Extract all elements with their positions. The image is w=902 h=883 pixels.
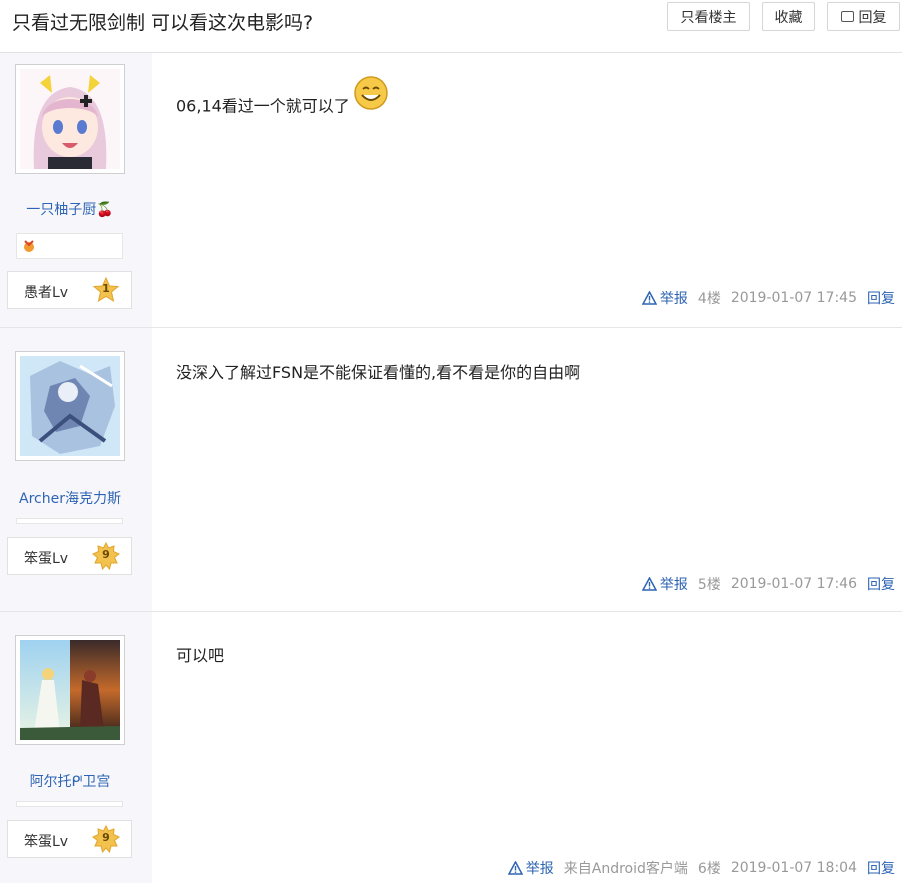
reply-icon (840, 11, 854, 22)
floor-number: 5楼 (697, 577, 721, 593)
report-link[interactable]: 举报 (507, 858, 554, 878)
level-badge[interactable]: 愚者Lv 1 (7, 271, 132, 309)
user-sidebar: 一只柚子厨🍒 愚者Lv 1 (0, 53, 152, 327)
avatar-image (20, 69, 120, 169)
level-title: 愚者Lv (24, 285, 69, 301)
avatar[interactable] (15, 64, 125, 174)
post-content: 没深入了解过FSN是不能保证看懂的,看不看是你的自由啊 (176, 363, 581, 382)
avatar-image (20, 640, 120, 740)
smile-emoji-icon (354, 76, 388, 110)
post-time: 2019-01-07 17:45 (730, 290, 857, 306)
level-number: 1 (102, 282, 110, 295)
post-footer: 举报 4楼 2019-01-07 17:45 回复 (641, 288, 895, 308)
user-sidebar: Archer海克力斯 笨蛋Lv 9 (0, 328, 152, 611)
username[interactable]: Archer海克力斯 (0, 488, 140, 508)
avatar[interactable] (15, 635, 125, 745)
reply-link[interactable]: 回复 (867, 574, 895, 594)
post-footer: 举报 5楼 2019-01-07 17:46 回复 (641, 574, 895, 594)
reply-link[interactable]: 回复 (867, 858, 895, 878)
user-sidebar: 阿尔托ᒆ卫宫 笨蛋Lv 9 (0, 612, 152, 883)
level-title: 笨蛋Lv (24, 551, 69, 567)
reply-link[interactable]: 回复 (867, 288, 895, 308)
thread-header: 只看过无限剑制 可以看这次电影吗? 只看楼主 收藏 回复 (0, 0, 902, 53)
warning-icon (507, 861, 523, 875)
post-source: 来自Android客户端 (563, 861, 688, 877)
avatar[interactable] (15, 351, 125, 461)
report-label: 举报 (659, 291, 688, 307)
favorite-button[interactable]: 收藏 (762, 2, 815, 31)
report-label: 举报 (659, 577, 688, 593)
post-content: 可以吧 (176, 646, 225, 665)
post: 一只柚子厨🍒 愚者Lv 1 06,14看过一个就可以了 举报 4楼 2019-0… (0, 53, 902, 328)
report-label: 举报 (525, 861, 554, 877)
post-text: 06,14看过一个就可以了 (176, 96, 350, 116)
reply-button[interactable]: 回复 (827, 2, 900, 31)
post-footer: 举报 来自Android客户端 6楼 2019-01-07 18:04 回复 (507, 858, 895, 878)
only-op-button[interactable]: 只看楼主 (667, 2, 750, 31)
report-link[interactable]: 举报 (641, 288, 688, 308)
level-number: 9 (102, 548, 110, 561)
reply-button-label: 回复 (858, 9, 887, 26)
post: Archer海克力斯 笨蛋Lv 9 没深入了解过FSN是不能保证看懂的,看不看是… (0, 328, 902, 612)
warning-icon (641, 577, 657, 591)
report-link[interactable]: 举报 (641, 574, 688, 594)
floor-number: 6楼 (697, 861, 721, 877)
badge-box (16, 801, 123, 807)
warning-icon (641, 291, 657, 305)
username[interactable]: 一只柚子厨🍒 (0, 199, 140, 219)
badge-box (16, 233, 123, 259)
thread-title: 只看过无限剑制 可以看这次电影吗? (12, 12, 314, 34)
post-time: 2019-01-07 18:04 (730, 860, 857, 876)
medal-icon (24, 240, 34, 252)
level-number: 9 (102, 831, 110, 844)
post-content: 06,14看过一个就可以了 (176, 76, 391, 125)
level-badge[interactable]: 笨蛋Lv 9 (7, 820, 132, 858)
username[interactable]: 阿尔托ᒆ卫宫 (0, 771, 140, 791)
post: 阿尔托ᒆ卫宫 笨蛋Lv 9 可以吧 举报 来自Android客户端 6楼 201… (0, 612, 902, 883)
badge-box (16, 518, 123, 524)
level-badge[interactable]: 笨蛋Lv 9 (7, 537, 132, 575)
avatar-image (20, 356, 120, 456)
level-title: 笨蛋Lv (24, 834, 69, 850)
post-time: 2019-01-07 17:46 (730, 576, 857, 592)
floor-number: 4楼 (697, 291, 721, 307)
